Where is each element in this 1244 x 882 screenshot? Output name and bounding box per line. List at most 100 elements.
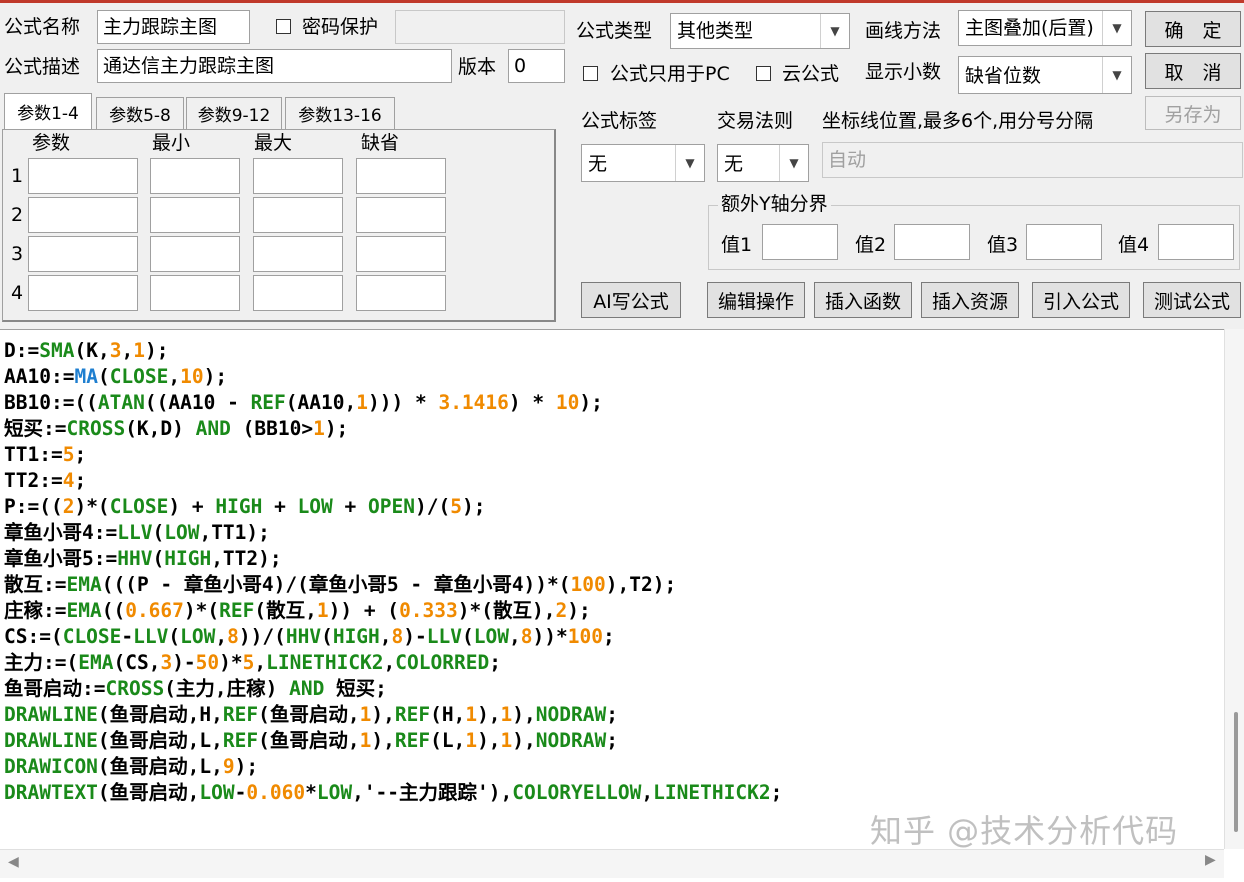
- formula-name-input[interactable]: 主力跟踪主图: [97, 10, 250, 44]
- code-text-token: ,: [509, 625, 521, 648]
- tab-params-9-12[interactable]: 参数9-12: [186, 97, 282, 129]
- code-line[interactable]: CS:=(CLOSE-LLV(LOW,8))/(HHV(HIGH,8)-LLV(…: [4, 624, 782, 650]
- code-text-token: (L,: [430, 729, 466, 752]
- code-line[interactable]: DRAWTEXT(鱼哥启动,LOW-0.060*LOW,'--主力跟踪'),CO…: [4, 780, 782, 806]
- vertical-scrollbar-thumb[interactable]: [1234, 712, 1238, 832]
- formula-tag-select[interactable]: 无 ▼: [581, 144, 705, 182]
- param-default-input[interactable]: [356, 236, 446, 272]
- password-input[interactable]: [395, 10, 565, 44]
- code-line[interactable]: 章鱼小哥4:=LLV(LOW,TT1);: [4, 520, 782, 546]
- ai-write-formula-button[interactable]: AI写公式: [581, 282, 681, 318]
- code-keyword: HHV: [117, 547, 153, 570]
- cloud-checkbox[interactable]: [756, 66, 771, 81]
- param-default-input[interactable]: [356, 158, 446, 194]
- code-text-token: P:=((: [4, 495, 63, 518]
- code-line[interactable]: BB10:=((ATAN((AA10 - REF(AA10,1))) * 3.1…: [4, 390, 782, 416]
- value2-input[interactable]: [894, 224, 970, 260]
- code-line[interactable]: 短买:=CROSS(K,D) AND (BB10>1);: [4, 416, 782, 442]
- code-keyword: AND: [289, 677, 325, 700]
- value4-input[interactable]: [1158, 224, 1234, 260]
- param-max-input[interactable]: [253, 197, 343, 233]
- code-line[interactable]: AA10:=MA(CLOSE,10);: [4, 364, 782, 390]
- code-number: 100: [570, 573, 606, 596]
- tab-params-1-4[interactable]: 参数1-4: [4, 93, 92, 129]
- param-max-input[interactable]: [253, 158, 343, 194]
- coord-lines-input[interactable]: 自动: [822, 142, 1243, 178]
- param-max-input[interactable]: [253, 275, 343, 311]
- param-min-input[interactable]: [150, 275, 240, 311]
- code-number: 4: [62, 469, 75, 492]
- code-text-token: CS:=(: [4, 625, 63, 648]
- value3-input[interactable]: [1026, 224, 1102, 260]
- value1-input[interactable]: [762, 224, 838, 260]
- code-line[interactable]: 主力:=(EMA(CS,3)-50)*5,LINETHICK2,COLORRED…: [4, 650, 782, 676]
- param-name-input[interactable]: [28, 158, 138, 194]
- code-text-token: 庄稼:=: [4, 599, 67, 622]
- code-line[interactable]: DRAWLINE(鱼哥启动,L,REF(鱼哥启动,1),REF(L,1),1),…: [4, 728, 782, 754]
- param-max-input[interactable]: [253, 236, 343, 272]
- formula-type-label: 公式类型: [576, 20, 653, 42]
- formula-desc-input[interactable]: 通达信主力跟踪主图: [97, 49, 452, 83]
- draw-method-select[interactable]: 主图叠加(后置) ▼: [958, 10, 1132, 46]
- scroll-left-icon[interactable]: ◀: [8, 854, 19, 870]
- code-text-token: (主力,庄稼): [164, 677, 290, 700]
- code-line[interactable]: TT1:=5;: [4, 442, 782, 468]
- code-keyword: CLOSE: [109, 365, 169, 388]
- param-default-input[interactable]: [356, 275, 446, 311]
- code-line[interactable]: DRAWLINE(鱼哥启动,H,REF(鱼哥启动,1),REF(H,1),1),…: [4, 702, 782, 728]
- code-line[interactable]: DRAWICON(鱼哥启动,L,9);: [4, 754, 782, 780]
- ok-button[interactable]: 确 定: [1145, 11, 1241, 47]
- scroll-right-icon[interactable]: ▶: [1205, 852, 1216, 868]
- version-input[interactable]: 0: [508, 49, 565, 83]
- tab-params-13-16[interactable]: 参数13-16: [285, 97, 395, 129]
- edit-operation-button[interactable]: 编辑操作: [707, 282, 805, 318]
- code-line[interactable]: D:=SMA(K,3,1);: [4, 338, 782, 364]
- code-line[interactable]: 章鱼小哥5:=HHV(HIGH,TT2);: [4, 546, 782, 572]
- code-line[interactable]: 鱼哥启动:=CROSS(主力,庄稼) AND 短买;: [4, 676, 782, 702]
- insert-resource-button[interactable]: 插入资源: [921, 282, 1019, 318]
- code-text-token: ;: [770, 781, 783, 804]
- param-min-input[interactable]: [150, 236, 240, 272]
- code-keyword: REF: [250, 391, 286, 414]
- code-line[interactable]: TT2:=4;: [4, 468, 782, 494]
- code-text-token: ),: [371, 703, 395, 726]
- code-keyword: DRAWLINE: [4, 729, 98, 752]
- code-text-token: )*(: [183, 599, 220, 622]
- code-line[interactable]: 散互:=EMA(((P - 章鱼小哥4)/(章鱼小哥5 - 章鱼小哥4))*(1…: [4, 572, 782, 598]
- code-text[interactable]: D:=SMA(K,3,1); AA10:=MA(CLOSE,10); BB10:=(…: [4, 338, 782, 806]
- test-formula-button[interactable]: 测试公式: [1143, 282, 1241, 318]
- param-min-input[interactable]: [150, 158, 240, 194]
- insert-function-button[interactable]: 插入函数: [814, 282, 912, 318]
- trade-rule-select[interactable]: 无 ▼: [717, 144, 809, 182]
- chevron-down-icon[interactable]: ▼: [675, 145, 704, 181]
- param-default-input[interactable]: [356, 197, 446, 233]
- code-keyword: LINETHICK2: [653, 781, 771, 804]
- param-name-input[interactable]: [28, 236, 138, 272]
- cancel-button[interactable]: 取 消: [1145, 53, 1241, 89]
- tab-params-5-8[interactable]: 参数5-8: [96, 97, 184, 129]
- code-line[interactable]: P:=((2)*(CLOSE) + HIGH + LOW + OPEN)/(5)…: [4, 494, 782, 520]
- chevron-down-icon[interactable]: ▼: [1102, 57, 1131, 93]
- save-as-button[interactable]: 另存为: [1145, 96, 1241, 130]
- import-formula-button[interactable]: 引入公式: [1032, 282, 1130, 318]
- code-text-token: (: [152, 547, 165, 570]
- value1-label: 值1: [721, 234, 753, 256]
- show-decimal-select[interactable]: 缺省位数 ▼: [958, 56, 1132, 94]
- code-text-token: )) + (: [328, 599, 400, 622]
- chevron-down-icon[interactable]: ▼: [820, 14, 849, 48]
- param-name-input[interactable]: [28, 197, 138, 233]
- code-keyword: DRAWLINE: [4, 703, 98, 726]
- formula-type-select[interactable]: 其他类型 ▼: [670, 13, 850, 49]
- horizontal-scrollbar[interactable]: ◀: [0, 849, 1224, 878]
- param-min-input[interactable]: [150, 197, 240, 233]
- param-name-input[interactable]: [28, 275, 138, 311]
- chevron-down-icon[interactable]: ▼: [1102, 11, 1131, 45]
- code-keyword: LOW: [164, 521, 200, 544]
- password-checkbox[interactable]: [276, 19, 291, 34]
- code-line[interactable]: 庄稼:=EMA((0.667)*(REF(散互,1)) + (0.333)*(散…: [4, 598, 782, 624]
- pc-only-checkbox[interactable]: [583, 66, 598, 81]
- code-number: 3.1416: [438, 391, 509, 414]
- watermark: 知乎 @技术分析代码: [870, 812, 1179, 850]
- chevron-down-icon[interactable]: ▼: [779, 145, 808, 181]
- code-keyword: HIGH: [215, 495, 263, 518]
